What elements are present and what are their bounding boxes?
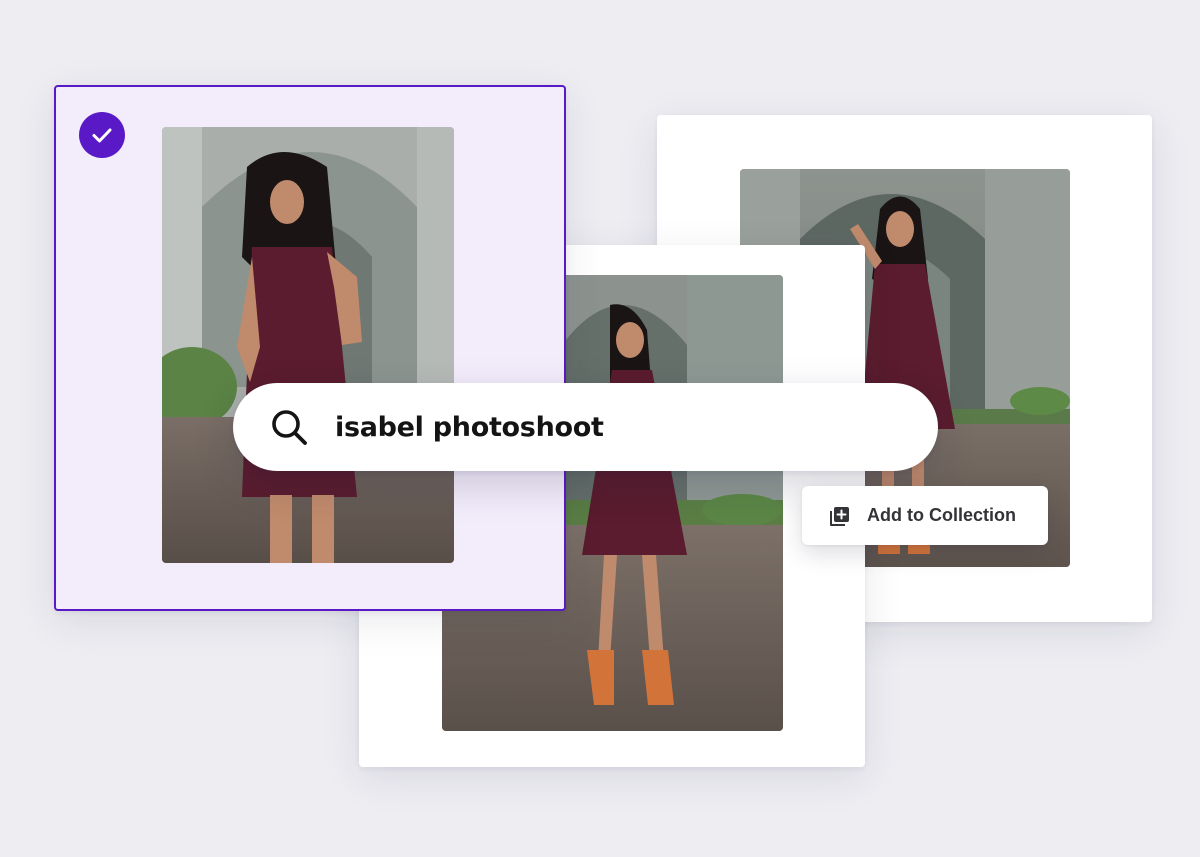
add-to-collection-button[interactable]: Add to Collection — [802, 486, 1048, 545]
photo-image-1 — [162, 127, 454, 563]
selected-check-badge[interactable] — [79, 112, 125, 158]
photo-card-1[interactable] — [54, 85, 566, 611]
search-bar[interactable]: isabel photoshoot — [233, 383, 938, 471]
search-icon — [269, 407, 309, 447]
check-icon — [90, 123, 114, 147]
collection-add-icon — [829, 505, 851, 527]
add-to-collection-label: Add to Collection — [867, 505, 1016, 525]
search-query-text[interactable]: isabel photoshoot — [335, 412, 604, 443]
